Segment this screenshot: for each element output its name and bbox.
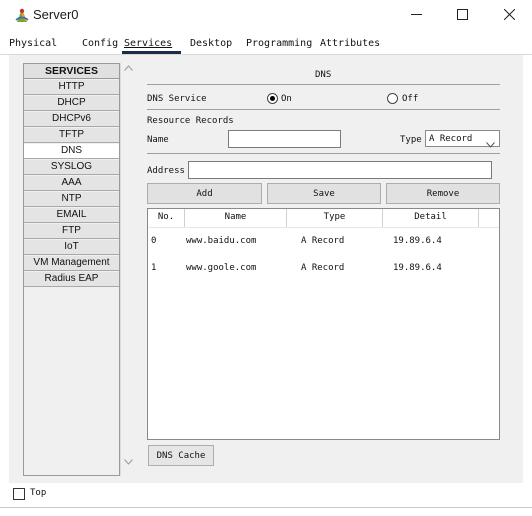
dns-on-label: On — [281, 94, 292, 104]
name-input[interactable] — [228, 130, 341, 148]
type-select-value: A Record — [429, 134, 473, 144]
server-icon — [13, 6, 31, 24]
services-list: SERVICES HTTP DHCP DHCPv6 TFTP DNS SYSLO… — [23, 63, 120, 476]
title-bar: Server0 — [0, 0, 532, 32]
name-label: Name — [147, 135, 169, 145]
services-list-scrollbar[interactable] — [120, 63, 134, 476]
column-header-type[interactable]: Type — [287, 209, 383, 227]
services-list-header: SERVICES — [24, 64, 119, 79]
row-type: A Record — [301, 236, 345, 246]
resource-records-heading: Resource Records — [147, 116, 234, 126]
top-checkbox[interactable] — [13, 488, 25, 500]
service-item-dhcp[interactable]: DHCP — [24, 96, 119, 111]
tab-programming[interactable]: Programming — [246, 38, 312, 49]
type-select[interactable]: A Record — [425, 130, 500, 148]
dns-cache-button[interactable]: DNS Cache — [148, 445, 214, 466]
dns-title-divider — [147, 84, 500, 85]
save-button[interactable]: Save — [267, 183, 381, 204]
add-button[interactable]: Add — [147, 183, 262, 204]
service-item-aaa[interactable]: AAA — [24, 176, 119, 191]
tab-attributes[interactable]: Attributes — [320, 38, 380, 49]
scroll-down-icon[interactable] — [121, 459, 135, 471]
address-label: Address — [147, 166, 185, 176]
minimize-icon — [410, 7, 422, 25]
dns-off-label: Off — [402, 94, 419, 104]
service-item-ftp[interactable]: FTP — [24, 224, 119, 239]
row-detail: 19.89.6.4 — [393, 263, 442, 273]
minimize-button[interactable] — [393, 0, 439, 32]
tab-config[interactable]: Config — [82, 38, 118, 49]
row-detail: 19.89.6.4 — [393, 236, 442, 246]
service-item-email[interactable]: EMAIL — [24, 208, 119, 223]
table-header-divider — [148, 227, 499, 228]
tab-strip: Physical Config Services Desktop Program… — [9, 32, 523, 56]
scroll-up-icon[interactable] — [121, 65, 135, 77]
service-item-radius-eap[interactable]: Radius EAP — [24, 272, 119, 287]
window-title: Server0 — [33, 7, 79, 22]
maximize-icon — [456, 7, 468, 25]
dns-on-radio[interactable] — [267, 93, 278, 104]
type-label: Type — [400, 135, 422, 145]
close-button[interactable] — [486, 0, 532, 32]
tab-desktop[interactable]: Desktop — [190, 38, 232, 49]
top-checkbox-label: Top — [30, 488, 47, 498]
tab-physical[interactable]: Physical — [9, 38, 57, 49]
record-fields-divider — [147, 153, 500, 154]
service-item-syslog[interactable]: SYSLOG — [24, 160, 119, 175]
remove-button[interactable]: Remove — [386, 183, 500, 204]
dns-service-label: DNS Service — [147, 94, 207, 104]
dns-off-radio[interactable] — [387, 93, 398, 104]
row-name: www.goole.com — [186, 263, 257, 273]
dns-service-divider — [147, 109, 500, 110]
column-header-name[interactable]: Name — [185, 209, 287, 227]
column-header-no[interactable]: No. — [148, 209, 185, 227]
service-item-ntp[interactable]: NTP — [24, 192, 119, 207]
chevron-down-icon — [486, 135, 495, 153]
service-item-vm-management[interactable]: VM Management — [24, 256, 119, 271]
service-item-http[interactable]: HTTP — [24, 80, 119, 95]
row-no: 0 — [151, 236, 157, 246]
row-name: www.baidu.com — [186, 236, 257, 246]
service-item-iot[interactable]: IoT — [24, 240, 119, 255]
dns-panel-title: DNS — [315, 70, 332, 80]
service-item-dns[interactable]: DNS — [24, 144, 119, 159]
service-item-tftp[interactable]: TFTP — [24, 128, 119, 143]
row-type: A Record — [301, 263, 345, 273]
row-no: 1 — [151, 263, 157, 273]
column-header-detail[interactable]: Detail — [383, 209, 479, 227]
tab-services[interactable]: Services — [124, 38, 172, 49]
bottom-divider — [0, 507, 532, 508]
maximize-button[interactable] — [439, 0, 485, 32]
dns-records-table[interactable]: No. Name Type Detail 0 www.baidu.com A R… — [147, 208, 500, 440]
service-item-dhcpv6[interactable]: DHCPv6 — [24, 112, 119, 127]
close-icon — [503, 7, 515, 25]
address-input[interactable] — [188, 161, 492, 179]
